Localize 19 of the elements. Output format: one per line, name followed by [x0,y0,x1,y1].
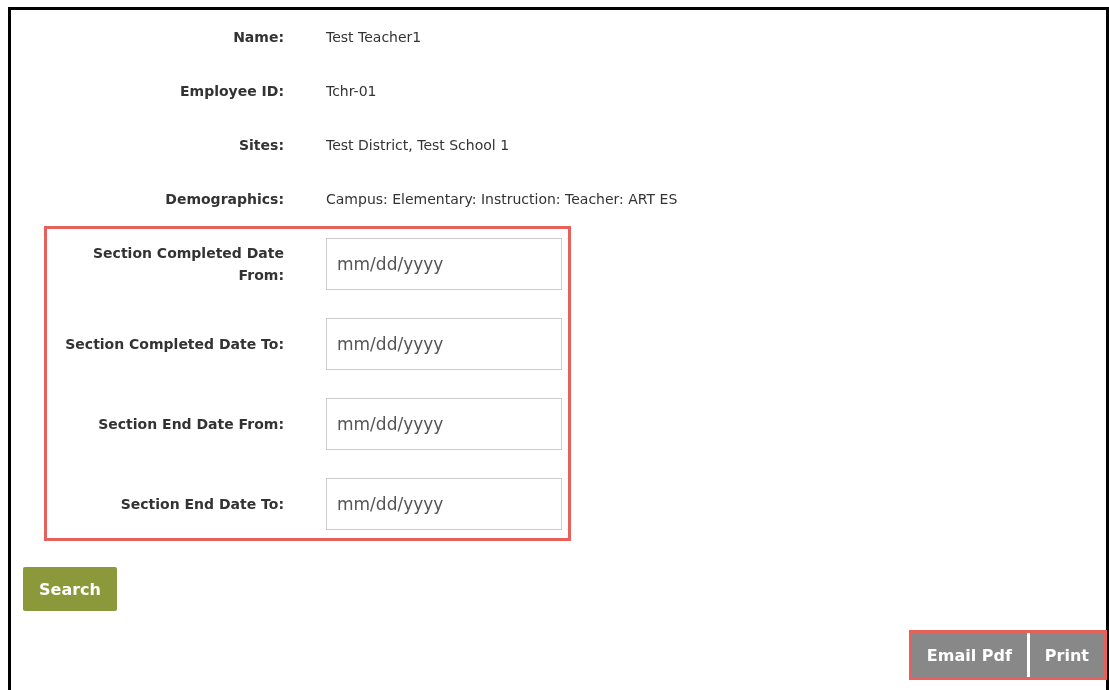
field-value: Campus: Elementary: Instruction: Teacher: ART ES [326,191,678,207]
field-label: Sites: [239,137,284,153]
field-label: Name: [233,29,284,45]
field-label: Section End Date From: [98,414,284,434]
action-button[interactable]: Email Pdf [911,633,1027,677]
field-value: Tchr-01 [326,83,377,99]
search-button[interactable]: Search [23,567,117,611]
field-label: Demographics: [165,191,284,207]
field-label: Employee ID: [180,83,284,99]
date-field[interactable]: mm/dd/yyyy [326,398,562,450]
field-label: Section Completed Date From: [92,243,284,285]
date-field[interactable]: mm/dd/yyyy [326,238,562,290]
field-value: Test Teacher1 [326,29,422,45]
field-label: Section Completed Date To: [65,334,284,354]
action-button[interactable]: Print [1029,633,1104,677]
field-value: Test District, Test School 1 [326,137,510,153]
field-label: Section End Date To: [120,494,284,514]
date-field[interactable]: mm/dd/yyyy [326,318,562,370]
date-field[interactable]: mm/dd/yyyy [326,478,562,530]
